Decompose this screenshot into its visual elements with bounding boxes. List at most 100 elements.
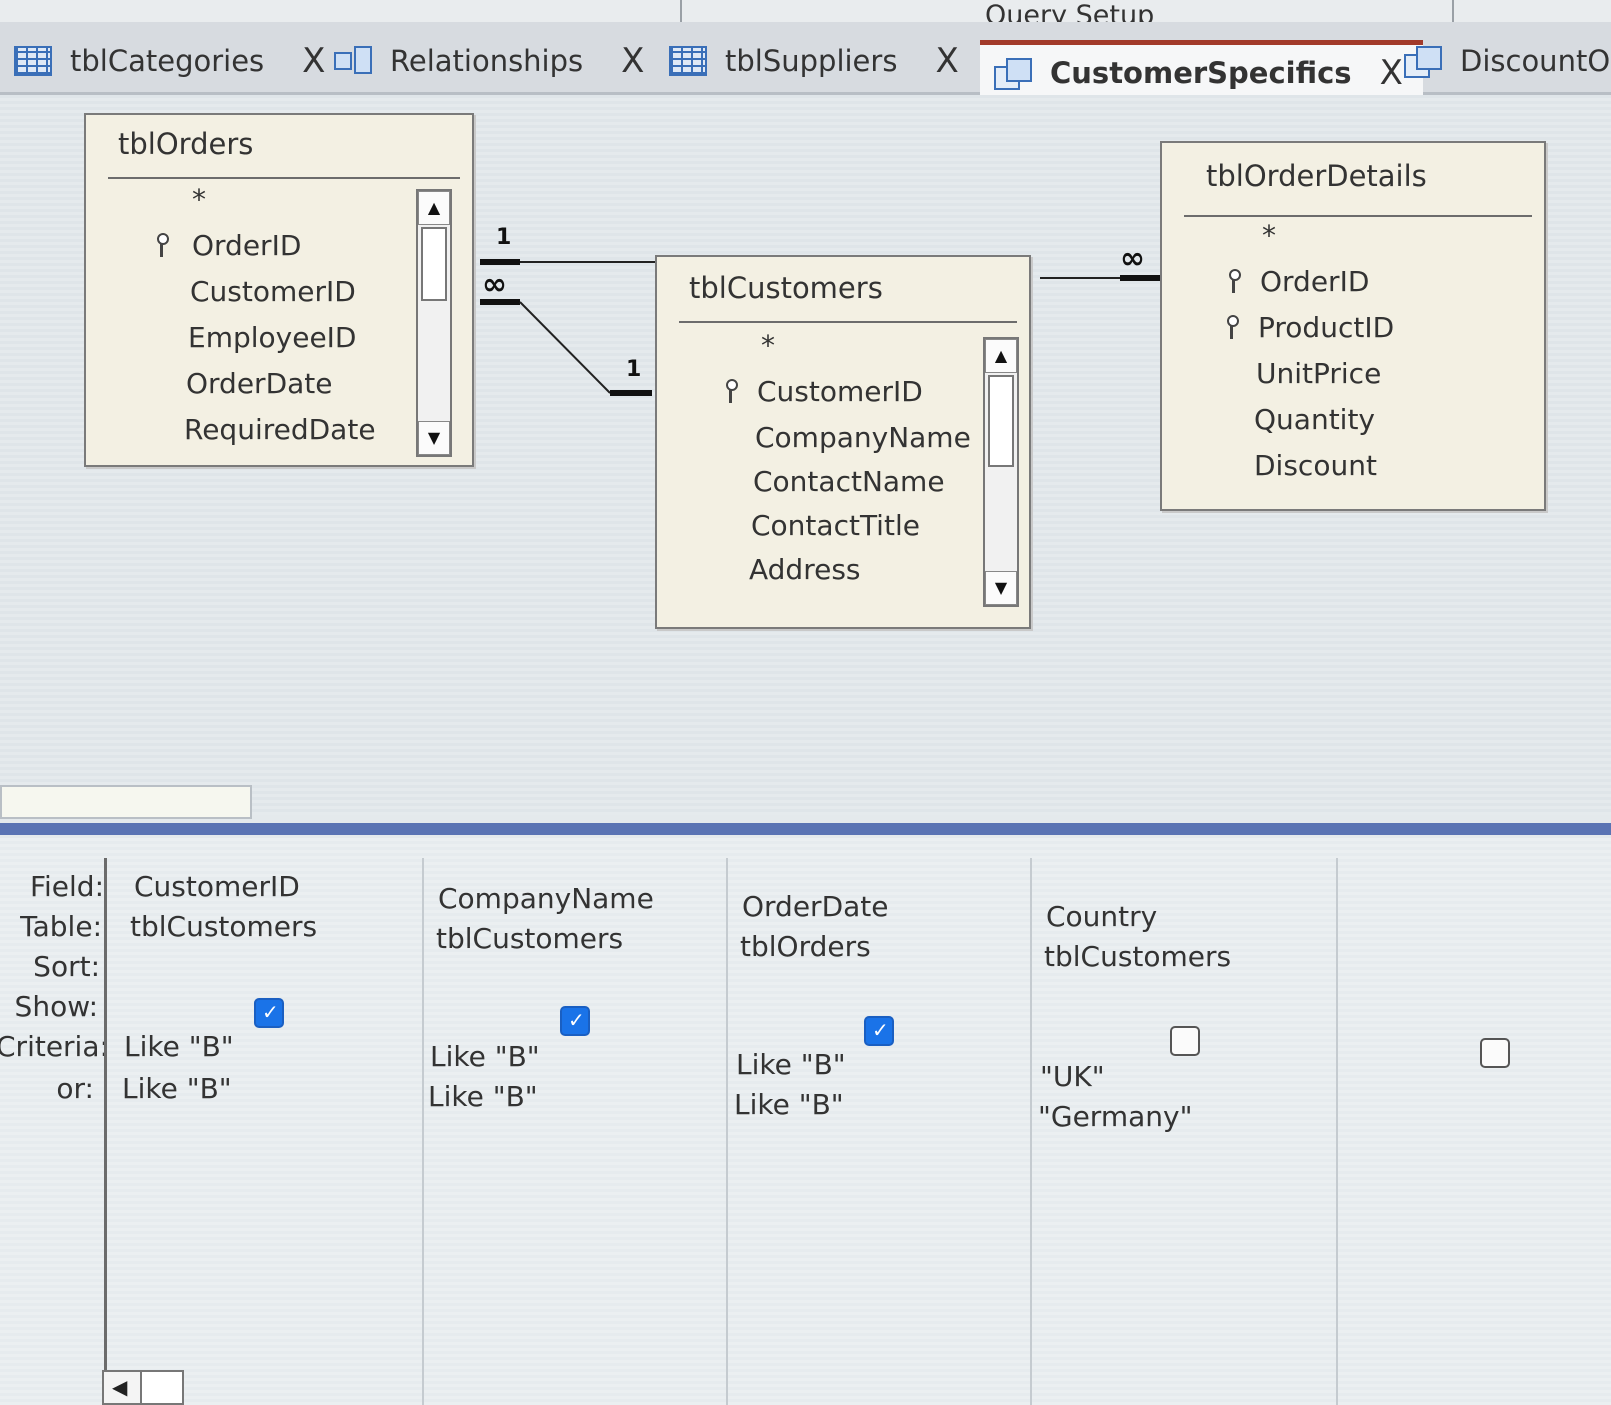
row-label-field: Field: bbox=[29, 870, 104, 903]
grid-left-border bbox=[104, 858, 107, 1405]
field-productid[interactable]: ProductID bbox=[1258, 311, 1394, 344]
query-icon bbox=[1404, 46, 1442, 78]
scroll-thumb[interactable] bbox=[140, 1372, 182, 1403]
scroll-left-icon[interactable]: ◀ bbox=[112, 1375, 127, 1399]
grid-table-cell[interactable]: tblOrders bbox=[740, 930, 871, 963]
field-orderdate[interactable]: OrderDate bbox=[186, 367, 333, 400]
grid-criteria-cell[interactable]: Like "B" bbox=[736, 1048, 846, 1081]
grid-criteria-cell[interactable]: Like "B" bbox=[430, 1040, 540, 1073]
field-all[interactable]: * bbox=[192, 183, 206, 216]
show-checkbox[interactable] bbox=[560, 1006, 590, 1036]
field-quantity[interactable]: Quantity bbox=[1254, 403, 1375, 436]
grid-or-cell[interactable]: "Germany" bbox=[1038, 1100, 1192, 1133]
field-employeeid[interactable]: EmployeeID bbox=[188, 321, 357, 354]
table-scrollbar[interactable]: ▲ ▼ bbox=[983, 337, 1019, 607]
field-address[interactable]: Address bbox=[749, 553, 861, 586]
row-label-show: Show: bbox=[14, 990, 98, 1023]
table-icon bbox=[669, 46, 707, 76]
show-checkbox[interactable] bbox=[1480, 1038, 1510, 1068]
tab-label: DiscountOr bbox=[1460, 44, 1611, 78]
row-label-criteria: Criteria: bbox=[0, 1030, 109, 1063]
show-checkbox[interactable] bbox=[1170, 1026, 1200, 1056]
scroll-down-icon[interactable]: ▼ bbox=[985, 571, 1017, 605]
primary-key-icon bbox=[1228, 269, 1241, 293]
scroll-thumb[interactable] bbox=[988, 375, 1014, 467]
grid-horizontal-scrollbar[interactable]: ◀ bbox=[102, 1370, 184, 1405]
scroll-down-icon[interactable]: ▼ bbox=[418, 421, 450, 455]
tab-label: tblCategories bbox=[70, 44, 265, 78]
tab-label: Relationships bbox=[390, 44, 584, 78]
row-label-sort: Sort: bbox=[33, 950, 100, 983]
grid-criteria-cell[interactable]: Like "B" bbox=[124, 1030, 234, 1063]
grid-table-cell[interactable]: tblCustomers bbox=[1044, 940, 1231, 973]
grid-table-cell[interactable]: tblCustomers bbox=[130, 910, 317, 943]
grid-column-divider bbox=[1030, 858, 1032, 1405]
field-contactname[interactable]: ContactName bbox=[753, 465, 945, 498]
grid-or-cell[interactable]: Like "B" bbox=[734, 1088, 844, 1121]
relationships-icon bbox=[334, 46, 372, 76]
design-horizontal-scrollbar[interactable] bbox=[0, 785, 252, 819]
grid-or-cell[interactable]: Like "B" bbox=[428, 1080, 538, 1113]
relationship-many-label: ∞ bbox=[482, 267, 507, 302]
table-title: tblCustomers bbox=[689, 271, 883, 305]
grid-column-divider bbox=[1336, 858, 1338, 1405]
grid-column-divider bbox=[726, 858, 728, 1405]
field-customerid[interactable]: CustomerID bbox=[190, 275, 356, 308]
field-all[interactable]: * bbox=[761, 329, 775, 362]
field-companyname[interactable]: CompanyName bbox=[755, 421, 971, 454]
field-orderid[interactable]: OrderID bbox=[1260, 265, 1369, 298]
field-all[interactable]: * bbox=[1262, 219, 1276, 252]
grid-or-cell[interactable]: Like "B" bbox=[122, 1072, 232, 1105]
table-scrollbar[interactable]: ▲ ▼ bbox=[416, 189, 452, 457]
field-requireddate[interactable]: RequiredDate bbox=[184, 413, 376, 446]
table-title-divider bbox=[1184, 215, 1532, 217]
grid-field-cell[interactable]: CustomerID bbox=[134, 870, 300, 903]
tab-customerspecifics[interactable]: CustomerSpecifics X bbox=[980, 40, 1423, 101]
table-icon bbox=[14, 46, 52, 76]
grid-column-divider bbox=[422, 858, 424, 1405]
primary-key-icon bbox=[156, 233, 169, 257]
close-icon[interactable]: X bbox=[621, 41, 644, 81]
grid-table-cell[interactable]: tblCustomers bbox=[436, 922, 623, 955]
tab-tblsuppliers[interactable]: tblSuppliers X bbox=[655, 34, 959, 88]
row-label-or: or: bbox=[56, 1072, 94, 1105]
tab-tblcategories[interactable]: tblCategories X bbox=[0, 34, 325, 88]
scroll-up-icon[interactable]: ▲ bbox=[985, 339, 1017, 373]
table-title-divider bbox=[108, 177, 460, 179]
query-design-grid: Field: Table: Sort: Show: Criteria: or: … bbox=[0, 838, 1611, 1405]
field-orderid[interactable]: OrderID bbox=[192, 229, 301, 262]
tab-relationships[interactable]: Relationships X bbox=[320, 34, 644, 88]
show-checkbox[interactable] bbox=[864, 1016, 894, 1046]
tab-discountor[interactable]: DiscountOr bbox=[1390, 34, 1611, 88]
grid-field-cell[interactable]: CompanyName bbox=[438, 882, 654, 915]
row-label-table: Table: bbox=[20, 910, 102, 943]
pane-splitter[interactable] bbox=[0, 823, 1611, 835]
table-box-tblorders[interactable]: tblOrders * OrderID CustomerID EmployeeI… bbox=[84, 113, 474, 467]
tab-label: tblSuppliers bbox=[725, 44, 898, 78]
table-title-divider bbox=[679, 321, 1017, 323]
table-title: tblOrderDetails bbox=[1206, 159, 1427, 193]
table-box-tblorderdetails[interactable]: tblOrderDetails * OrderID ProductID Unit… bbox=[1160, 141, 1546, 511]
scroll-thumb[interactable] bbox=[421, 227, 447, 301]
field-discount[interactable]: Discount bbox=[1254, 449, 1377, 482]
document-tab-bar: tblCategories X Relationships X tblSuppl… bbox=[0, 22, 1611, 101]
query-icon bbox=[994, 58, 1032, 90]
primary-key-icon bbox=[725, 379, 738, 403]
table-box-tblcustomers[interactable]: tblCustomers * CustomerID CompanyName Co… bbox=[655, 255, 1031, 629]
relationship-many-label: ∞ bbox=[1120, 241, 1145, 276]
close-icon[interactable]: X bbox=[935, 41, 958, 81]
field-contacttitle[interactable]: ContactTitle bbox=[751, 509, 920, 542]
field-unitprice[interactable]: UnitPrice bbox=[1256, 357, 1381, 390]
relationship-one-label: 1 bbox=[626, 357, 642, 382]
query-design-area: 1 ∞ 1 ∞ tblOrders * OrderID CustomerID E… bbox=[0, 95, 1611, 815]
grid-field-cell[interactable]: OrderDate bbox=[742, 890, 889, 923]
scroll-up-icon[interactable]: ▲ bbox=[418, 191, 450, 225]
relationship-one-label: 1 bbox=[496, 225, 512, 250]
field-customerid[interactable]: CustomerID bbox=[757, 375, 923, 408]
grid-criteria-cell[interactable]: "UK" bbox=[1040, 1060, 1105, 1093]
show-checkbox[interactable] bbox=[254, 998, 284, 1028]
tab-label: CustomerSpecifics bbox=[1050, 56, 1352, 90]
primary-key-icon bbox=[1226, 315, 1239, 339]
grid-field-cell[interactable]: Country bbox=[1046, 900, 1157, 933]
table-title: tblOrders bbox=[118, 127, 254, 161]
